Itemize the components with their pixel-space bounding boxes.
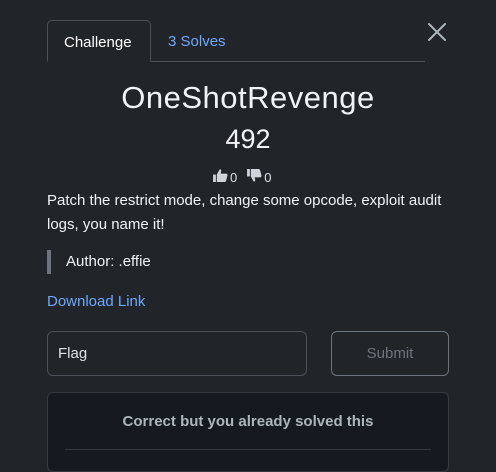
upvote-button[interactable]: 0 — [213, 169, 237, 185]
download-link[interactable]: Download Link — [47, 293, 145, 310]
challenge-title: OneShotRevenge — [121, 80, 375, 115]
divider — [65, 449, 431, 450]
result-message: Correct but you already solved this — [122, 413, 374, 430]
vote-bar: 0 0 — [213, 168, 281, 186]
flag-input[interactable] — [47, 331, 307, 376]
tab-bar: Challenge 3 Solves — [47, 20, 425, 62]
thumbs-up-icon — [213, 169, 230, 185]
result-panel: Correct but you already solved this — [47, 392, 449, 472]
tab-solves[interactable]: 3 Solves — [152, 20, 242, 61]
thumbs-down-icon — [247, 169, 264, 185]
tab-challenge[interactable]: Challenge — [47, 20, 151, 62]
downvote-count: 0 — [264, 169, 272, 185]
downvote-button[interactable]: 0 — [247, 169, 271, 185]
upvote-count: 0 — [230, 169, 238, 185]
challenge-points: 492 — [225, 124, 271, 154]
challenge-author: Author: .effie — [47, 250, 151, 274]
close-icon[interactable] — [425, 20, 449, 44]
challenge-description: Patch the restrict mode, change some opc… — [47, 192, 442, 233]
submit-button[interactable]: Submit — [331, 331, 449, 376]
